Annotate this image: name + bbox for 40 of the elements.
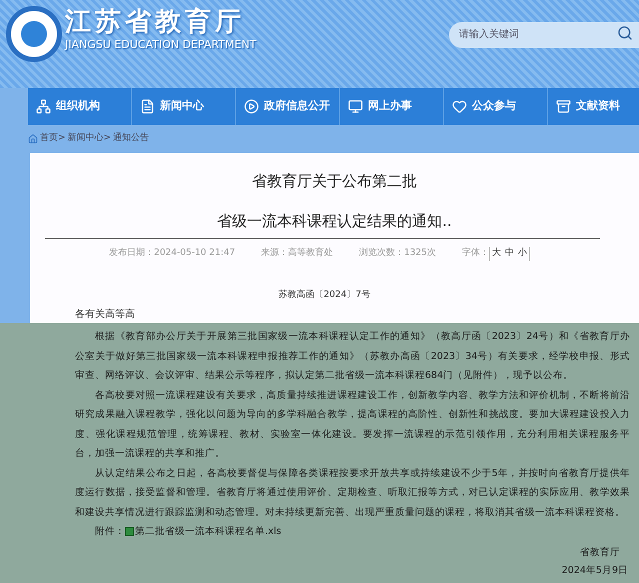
- nav-link[interactable]: 政府信息公开: [236, 88, 340, 125]
- nav-link[interactable]: 组织机构: [28, 88, 132, 125]
- document-number: 苏教高函〔2024〕7号: [278, 288, 370, 302]
- font-size-link[interactable]: 小: [518, 247, 527, 260]
- signature: 省教育厅: [580, 546, 620, 560]
- breadcrumb-link[interactable]: 新闻中心>: [68, 132, 112, 146]
- nav-link[interactable]: 文献资料: [548, 88, 639, 125]
- spreadsheet-icon: [125, 527, 134, 536]
- article-title: 省级一流本科课程认定结果的通知..: [217, 211, 452, 231]
- play-icon: [244, 99, 259, 114]
- home-icon: [28, 134, 38, 144]
- site-title: 江苏省教育厅: [65, 6, 246, 38]
- meta-text: 浏览次数：1325次: [359, 247, 436, 260]
- nav-link[interactable]: 新闻中心: [132, 88, 236, 125]
- meta-text: 来源：高等教育处: [261, 247, 334, 260]
- article-paragraph: 各高校要对照一流课程建设有关要求，高质量持续推进课程建设工作，创新教学内容、教学方法和评价机制，不断将前沿研究成果融入课程教学，强化以问题为导向的多学科融合教学，提高课程的高阶性、创新性和挑战度。要加大课程建设投入力度、强化课程规范管理，统筹课程、教材、实验室一体化建设。要发挥一流课程的示范引领作用，充分利用相关课程服务平台，加强一流课程的共享和推广。: [75, 388, 630, 461]
- site-subtitle: JIANGSU EDUCATION DEPARTMENT: [65, 38, 256, 52]
- salutation: 各有关高等高: [75, 308, 135, 321]
- document-icon: [140, 99, 155, 114]
- meta-text: 发布日期：2024-05-10 21:47: [108, 247, 236, 260]
- breadcrumb-link[interactable]: 通知公告: [113, 132, 150, 146]
- signature-date: 2024年5月9日: [562, 564, 628, 578]
- search-field[interactable]: 请输入关键词: [449, 22, 639, 48]
- font-size-link[interactable]: 大: [492, 247, 501, 260]
- hierarchy-icon: [36, 99, 51, 114]
- article-paragraph: 根据《教育部办公厅关于开展第三批国家级一流本科课程认定工作的通知》（教高厅函〔2023〕24号）和《省教育厅办公室关于做好第三批国家级一流本科课程申报推荐工作的通知》（苏教办高函〔2023〕34号）有关要求，经学校申报、形式审查、网络评议、会议评审、结果公示等程序，拟认定第二批省级一流本科课程684门（见附件），现予以公布。: [75, 330, 630, 383]
- monitor-icon: [348, 99, 363, 114]
- nav-link[interactable]: 网上办事: [340, 88, 444, 125]
- article-title: 省教育厅关于公布第二批: [252, 171, 417, 191]
- article-paragraph: 从认定结果公布之日起，各高校要督促与保障各类课程按要求开放共享或持续建设不少于5年，并按时向省教育厅提供年度运行数据，接受监督和管理。省教育厅将通过使用评价、定期检查、听取汇报等方式，对已认定课程的实际应用、教学效果和建设共享情况进行跟踪监测和动态管理。对未持续更新完善、出现严重质量问题的课程，将取消其省级一流本科课程资格。: [75, 466, 630, 520]
- font-size-link[interactable]: 中: [505, 247, 514, 260]
- font-size-label: 字体：: [462, 247, 489, 260]
- emblem-icon: [6, 6, 62, 62]
- nav-link[interactable]: 公众参与: [444, 88, 548, 125]
- heart-icon: [452, 99, 467, 114]
- attachment-label: 附件：: [95, 525, 125, 539]
- archive-icon: [556, 99, 571, 114]
- breadcrumb-link[interactable]: 首页>: [40, 132, 66, 146]
- search-icon[interactable]: [617, 25, 633, 41]
- attachment-link[interactable]: 第二批省级一流本科课程名单.xls: [135, 522, 282, 542]
